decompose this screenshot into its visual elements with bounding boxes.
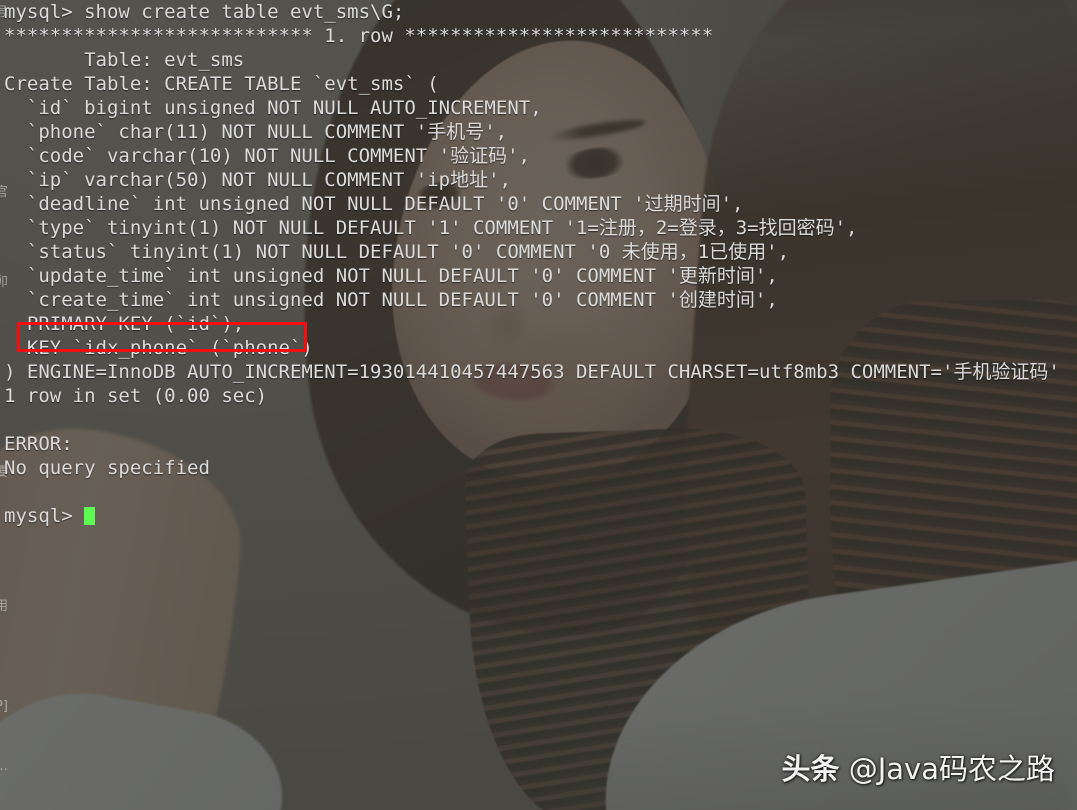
- terminal-line: `phone` char(11) NOT NULL COMMENT '手机号',: [4, 121, 508, 143]
- terminal-line: `id` bigint unsigned NOT NULL AUTO_INCRE…: [4, 97, 542, 119]
- red-highlight-box: [17, 322, 307, 352]
- terminal-line: Create Table: CREATE TABLE `evt_sms` (: [4, 73, 439, 95]
- terminal-line: `create_time` int unsigned NOT NULL DEFA…: [4, 289, 778, 311]
- terminal-line: Table: evt_sms: [4, 49, 245, 71]
- terminal-output[interactable]: mysql> show create table evt_sms\G; *****…: [0, 0, 1077, 528]
- terminal-line: 1 row in set (0.00 sec): [4, 385, 268, 407]
- terminal-line: ERROR:: [4, 433, 73, 455]
- terminal-line: `code` varchar(10) NOT NULL COMMENT '验证码…: [4, 145, 530, 167]
- screenshot-root: 官卯号要用P]… mysql> show create table evt_sm…: [0, 0, 1077, 810]
- terminal-line: `type` tinyint(1) NOT NULL DEFAULT '1' C…: [4, 217, 858, 239]
- terminal-line: `status` tinyint(1) NOT NULL DEFAULT '0'…: [4, 241, 790, 263]
- watermark-space: [840, 752, 849, 786]
- terminal-prompt-line[interactable]: mysql>: [0, 504, 1077, 528]
- terminal-line: ) ENGINE=InnoDB AUTO_INCREMENT=193014410…: [4, 361, 1060, 383]
- terminal-line: *************************** 1. row *****…: [4, 25, 714, 47]
- terminal-line: `update_time` int unsigned NOT NULL DEFA…: [4, 265, 778, 287]
- terminal-cursor: [84, 507, 96, 525]
- watermark-prefix: 头条: [781, 752, 840, 786]
- terminal-line: `deadline` int unsigned NOT NULL DEFAULT…: [4, 193, 744, 215]
- terminal-line: mysql> show create table evt_sms\G;: [4, 1, 405, 23]
- watermark: 头条 @Java码农之路: [782, 746, 1056, 788]
- watermark-handle: @Java码农之路: [848, 752, 1055, 786]
- terminal-line: `ip` varchar(50) NOT NULL COMMENT 'ip地址'…: [4, 169, 511, 191]
- terminal-line: No query specified: [4, 457, 210, 479]
